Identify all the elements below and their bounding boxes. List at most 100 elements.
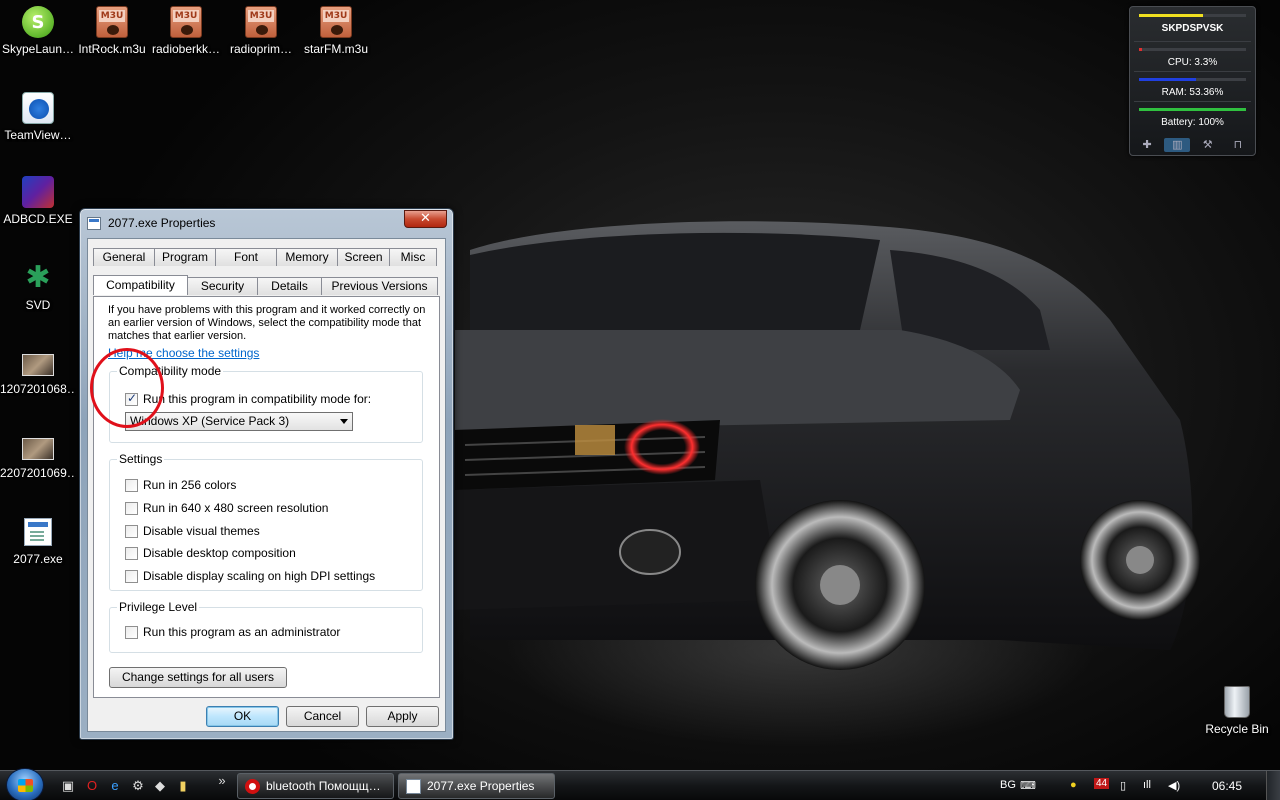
meter-icon[interactable]: ▥ <box>1164 138 1191 152</box>
host-bar <box>1139 14 1246 17</box>
gadget-host-name: SKPDSPVSK <box>1161 23 1224 34</box>
desktop-icon-starfm[interactable]: starFM.m3u <box>298 6 374 56</box>
desktop-icon-skype[interactable]: SkypeLaun… <box>0 6 76 56</box>
run-as-admin-checkbox[interactable]: Run this program as an administrator <box>125 625 340 639</box>
quicklaunch-overflow[interactable]: » <box>214 773 230 789</box>
close-button[interactable]: ✕ <box>404 210 447 228</box>
desktop-icon-teamviewer[interactable]: TeamView… <box>0 92 76 142</box>
checkbox-box[interactable] <box>125 524 138 538</box>
setting-dpi-scaling-checkbox[interactable]: Disable display scaling on high DPI sett… <box>125 569 375 583</box>
opera-icon[interactable]: O <box>84 778 100 794</box>
clock[interactable]: 06:45 <box>1205 779 1249 793</box>
gadget-host-row: SKPDSPVSK <box>1135 11 1250 37</box>
show-desktop-quicklaunch-icon[interactable]: ▣ <box>60 778 76 794</box>
checkbox-box[interactable] <box>125 391 138 406</box>
properties-window[interactable]: 2077.exe Properties ✕ General Program Fo… <box>79 208 454 740</box>
checkbox-label: Run this program as an administrator <box>143 625 341 639</box>
m3u-file-icon <box>170 6 202 38</box>
taskbar-item-opera[interactable]: bluetooth Помощщ… <box>237 773 394 799</box>
tab-previous-versions[interactable]: Previous Versions <box>321 277 438 295</box>
help-link[interactable]: Help me choose the settings <box>108 346 259 360</box>
desktop-icon-radioprim[interactable]: radioprim… <box>223 6 299 56</box>
tab-row-top: General Program Font Memory Screen Misc <box>93 248 437 266</box>
exe-icon <box>87 217 101 230</box>
checkbox-label: Run in 640 x 480 screen resolution <box>143 501 329 515</box>
taskbar: ▣ O e ⚙ ◆ ▮ » bluetooth Помощщ… 2077.exe… <box>0 768 1280 800</box>
tab-compatibility[interactable]: Compatibility <box>93 275 188 295</box>
change-settings-all-users-button[interactable]: Change settings for all users <box>109 667 287 688</box>
desktop-icon-introck[interactable]: IntRock.m3u <box>74 6 150 56</box>
internet-explorer-icon[interactable]: e <box>107 778 123 794</box>
language-indicator[interactable]: BG <box>1000 779 1016 791</box>
tab-details[interactable]: Details <box>257 277 322 295</box>
compatibility-mode-checkbox[interactable]: Run this program in compatibility mode f… <box>125 391 371 406</box>
plus-icon[interactable]: ✚ <box>1134 138 1160 152</box>
tab-screen[interactable]: Screen <box>337 248 390 266</box>
window-titlebar[interactable]: 2077.exe Properties ✕ <box>80 209 453 237</box>
desktop-icon-adbcd[interactable]: ADBCD.EXE <box>0 176 76 226</box>
tab-font[interactable]: Font <box>215 248 277 266</box>
tab-security[interactable]: Security <box>187 277 258 295</box>
wrench-icon[interactable]: ⚒ <box>1195 138 1221 152</box>
tab-memory[interactable]: Memory <box>276 248 338 266</box>
checkbox-box[interactable] <box>125 478 138 492</box>
setting-256-colors-checkbox[interactable]: Run in 256 colors <box>125 478 236 492</box>
setting-640x480-checkbox[interactable]: Run in 640 x 480 screen resolution <box>125 501 328 515</box>
privilege-level-group: Privilege Level Run this program as an a… <box>109 600 423 653</box>
setting-desktop-composition-checkbox[interactable]: Disable desktop composition <box>125 546 296 560</box>
checkbox-label: Disable desktop composition <box>143 546 296 560</box>
taskbar-item-label: 2077.exe Properties <box>427 779 535 793</box>
gadget-divider <box>1134 71 1251 72</box>
chevron-down-icon <box>340 419 348 424</box>
show-desktop-button[interactable] <box>1266 771 1280 800</box>
desktop-icon-radioberkk[interactable]: radioberkk… <box>148 6 224 56</box>
checkbox-box[interactable] <box>125 625 138 639</box>
lock-icon[interactable]: ⊓ <box>1225 138 1251 152</box>
gadget-divider <box>1134 101 1251 102</box>
desktop-icon-svd[interactable]: SVD <box>0 260 76 312</box>
gadget-ram-text: RAM: 53.36% <box>1161 87 1224 98</box>
power-icon[interactable]: ▯ <box>1120 779 1126 792</box>
tab-misc[interactable]: Misc <box>389 248 437 266</box>
cube-icon[interactable]: ◆ <box>152 778 168 794</box>
network-signal-icon[interactable]: ıll <box>1143 779 1151 791</box>
cancel-button[interactable]: Cancel <box>286 706 359 727</box>
desktop-icon-2077-exe[interactable]: 2077.exe <box>0 518 76 566</box>
checkbox-box[interactable] <box>125 501 138 515</box>
tab-row-bottom: Compatibility Security Details Previous … <box>93 275 438 295</box>
ok-button[interactable]: OK <box>206 706 279 727</box>
folder-icon[interactable]: ▮ <box>175 778 191 794</box>
exe-icon <box>24 518 52 546</box>
taskbar-item-properties[interactable]: 2077.exe Properties <box>398 773 555 799</box>
m3u-file-icon <box>245 6 277 38</box>
volume-icon[interactable]: ◀) <box>1168 779 1180 792</box>
checkbox-box[interactable] <box>125 569 138 583</box>
compatibility-mode-select[interactable]: Windows XP (Service Pack 3) <box>125 412 353 431</box>
desktop-icon-recycle-bin[interactable]: Recycle Bin <box>1199 686 1275 736</box>
checkbox-label: Disable display scaling on high DPI sett… <box>143 569 376 583</box>
opera-icon <box>245 779 260 794</box>
tab-program[interactable]: Program <box>154 248 216 266</box>
checkbox-label: Disable visual themes <box>143 524 260 538</box>
intro-text: If you have problems with this program a… <box>108 304 426 342</box>
system-monitor-gadget[interactable]: SKPDSPVSK CPU: 3.3% RAM: 53.36% Battery:… <box>1129 6 1256 156</box>
cpu-bar <box>1139 48 1246 51</box>
checkbox-label: Run in 256 colors <box>143 478 237 492</box>
apply-button[interactable]: Apply <box>366 706 439 727</box>
chat-icon[interactable]: ● <box>1070 779 1077 791</box>
desktop-icon-photo-1[interactable]: 1207201068… <box>0 352 76 396</box>
start-button[interactable] <box>6 768 44 800</box>
spider-icon <box>22 260 54 295</box>
tab-general[interactable]: General <box>93 248 155 266</box>
gadget-cpu-row: CPU: 3.3% <box>1135 45 1250 71</box>
gadget-divider <box>1134 41 1251 42</box>
tools-icon[interactable]: ⚙ <box>130 778 146 794</box>
keyboard-icon[interactable]: ⌨ <box>1020 779 1036 792</box>
exe-icon <box>406 779 421 794</box>
checkbox-box[interactable] <box>125 546 138 560</box>
gadget-battery-text: Battery: 100% <box>1161 117 1224 128</box>
setting-visual-themes-checkbox[interactable]: Disable visual themes <box>125 524 260 538</box>
adbcd-icon <box>22 176 54 208</box>
desktop-icon-photo-2[interactable]: 2207201069… <box>0 436 76 480</box>
notification-badge[interactable]: 44 <box>1094 778 1110 789</box>
